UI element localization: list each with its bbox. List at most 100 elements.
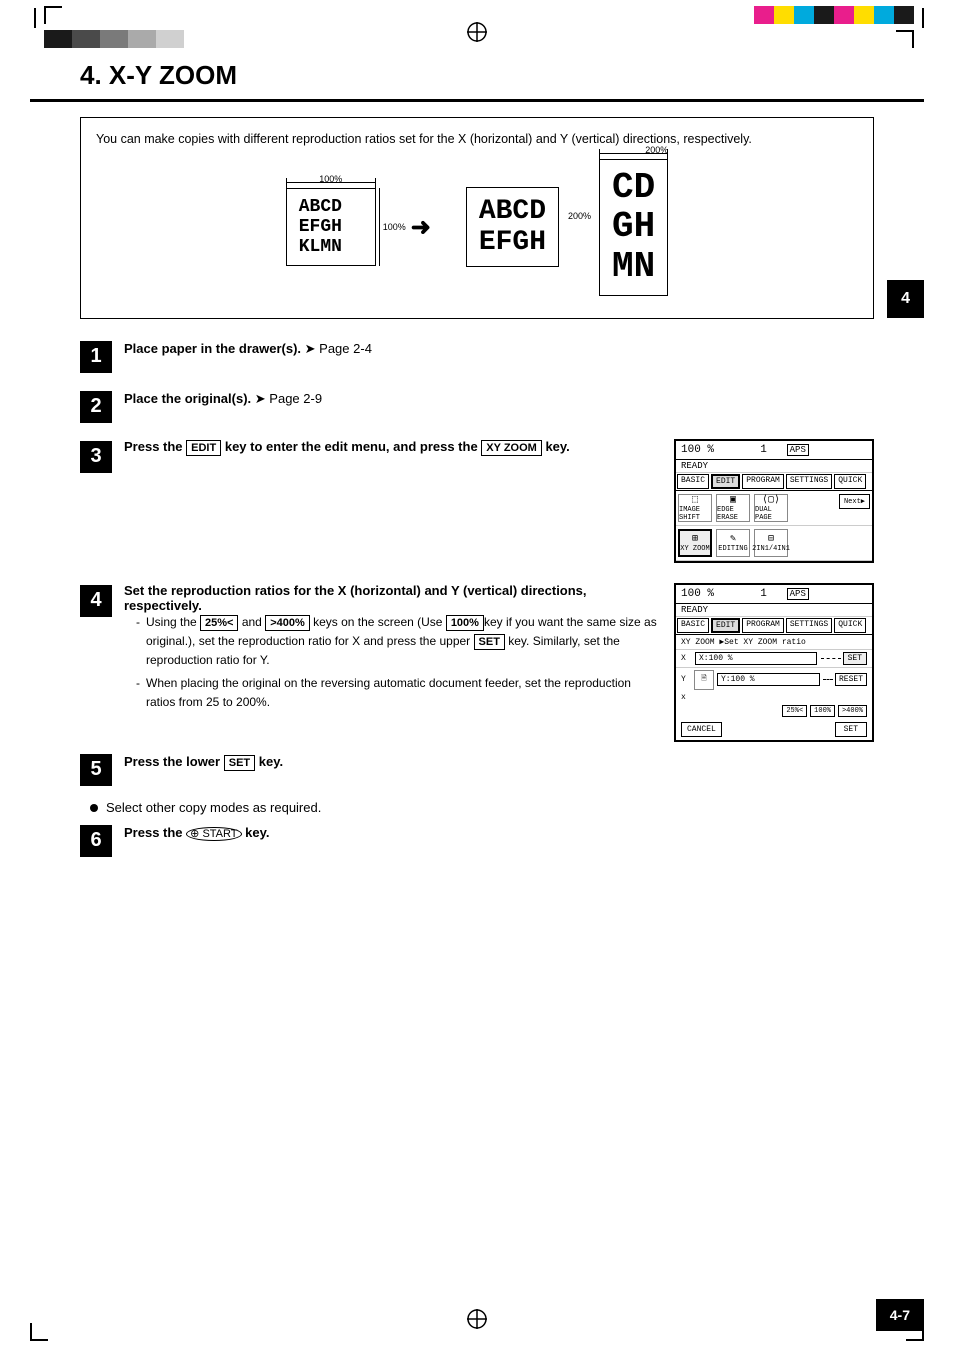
screen2-x-row: X X:100 % SET: [676, 650, 872, 668]
color-block-4: [128, 30, 156, 48]
color-block-black3: [894, 6, 914, 24]
corner-mark-bottomright: [906, 1323, 924, 1341]
step1-text: Place paper in the drawer(s).: [124, 341, 301, 356]
step-3: 3 Press the EDIT key to enter the edit m…: [80, 439, 874, 563]
screen1-btn-quick[interactable]: QUICK: [834, 474, 866, 489]
step3-end-text: key.: [545, 439, 569, 454]
screen2-header: 100 % 1 APS: [676, 585, 872, 604]
color-block-5: [156, 30, 184, 48]
screen2-cancel-btn[interactable]: CANCEL: [681, 722, 722, 737]
step-4-text: Set the reproduction ratios for the X (h…: [124, 583, 659, 742]
screen1-edge-erase[interactable]: ▣ EDGE ERASE: [716, 494, 750, 522]
screen2-set-x-btn[interactable]: SET: [843, 652, 867, 665]
bullet-select-text: Select other copy modes as required.: [106, 800, 321, 815]
screen1-dual-page[interactable]: ⟨▢⟩ DUAL PAGE: [754, 494, 788, 522]
screen1-next-btn[interactable]: Next▶: [839, 494, 870, 509]
chapter-tab: 4: [887, 280, 924, 318]
step-1-content: Place paper in the drawer(s). ➤ Page 2-4: [124, 339, 874, 360]
step-number-3: 3: [80, 441, 112, 473]
step-6: 6 Press the ⊕ START key.: [80, 823, 874, 857]
step6-key: ⊕ START: [186, 827, 241, 841]
color-block-cyan: [794, 6, 814, 24]
step6-text: Press the: [124, 825, 183, 840]
screen2-zoom-400[interactable]: >400%: [838, 705, 867, 717]
screen1-header: 100 % 1 APS: [676, 441, 872, 460]
step4-bullet-1: - Using the 25%< and >400% keys on the s…: [136, 613, 659, 670]
screen1-btn-basic[interactable]: BASIC: [677, 474, 709, 489]
step4-bullet1-text: Using the 25%< and >400% keys on the scr…: [146, 613, 659, 670]
step-2: 2 Place the original(s). ➤ Page 2-9: [80, 389, 874, 423]
screen2-btn-program[interactable]: PROGRAM: [742, 618, 784, 633]
box1-line2: EFGH: [299, 217, 363, 237]
step-5: 5 Press the lower SET key.: [80, 752, 874, 786]
screen-2: 100 % 1 APS READY BASIC EDIT PROGRAM SET…: [674, 583, 874, 742]
color-block-3: [100, 30, 128, 48]
screen2-set-big-btn[interactable]: SET: [835, 722, 867, 737]
screen1-xy-zoom[interactable]: ⊞ XY ZOOM: [678, 529, 712, 557]
color-block-1: [44, 30, 72, 48]
screen2-y-label: Y: [681, 675, 691, 684]
screen2-x-label: X: [681, 654, 691, 663]
step3-xyzoom-key: XY ZOOM: [481, 440, 542, 456]
corner-mark-topright: [896, 30, 914, 48]
screen2-y-icon: 🗎: [694, 670, 714, 690]
step3-bold-press: Press the: [124, 439, 186, 454]
key-100pct: 100%: [446, 615, 484, 631]
step-6-content: Press the ⊕ START key.: [124, 823, 874, 844]
screen1-editing[interactable]: ✎ EDITING: [716, 529, 750, 557]
box3-line1: CD: [612, 168, 655, 208]
screen2-bottom-row: CANCEL SET: [676, 719, 872, 740]
screen2-btn-basic[interactable]: BASIC: [677, 618, 709, 633]
screen2-btn-edit[interactable]: EDIT: [711, 618, 740, 633]
label-100-right: 100%: [383, 222, 406, 232]
page-title: 4. X-Y ZOOM: [80, 60, 874, 91]
step-number-4: 4: [80, 585, 112, 617]
step-3-content: Press the EDIT key to enter the edit men…: [124, 439, 874, 563]
screen2-status: 100 %: [681, 588, 714, 600]
bullet-select: Select other copy modes as required.: [80, 800, 874, 815]
screen2-btn-quick[interactable]: QUICK: [834, 618, 866, 633]
screen1-btn-settings[interactable]: SETTINGS: [786, 474, 832, 489]
step5-text: Press the lower: [124, 754, 220, 769]
screen1-btn-edit[interactable]: EDIT: [711, 474, 740, 489]
diagram-arrow: ➜: [411, 213, 431, 242]
screen2-btn-settings[interactable]: SETTINGS: [786, 618, 832, 633]
step-number-5: 5: [80, 754, 112, 786]
screen1-2in1-4in1[interactable]: ⊟ 2IN1/4IN1: [754, 529, 788, 557]
step1-link: Page 2-4: [319, 341, 372, 356]
step4-bullet2-text: When placing the original on the reversi…: [146, 674, 659, 711]
step3-mid-text: key to enter the edit menu, and press th…: [225, 439, 481, 454]
top-bar: [0, 0, 954, 50]
corner-mark-bottomleft: [30, 1323, 48, 1341]
step-4-content: Set the reproduction ratios for the X (h…: [124, 583, 874, 742]
step-number-6: 6: [80, 825, 112, 857]
color-block-yellow2: [854, 6, 874, 24]
diagram-box-3: 200% CD GH MN: [599, 159, 668, 296]
screen2-x-field: X:100 %: [695, 652, 817, 665]
screen1-image-shift[interactable]: ⬚ IMAGE SHIFT: [678, 494, 712, 522]
box2-line1: ABCD: [479, 196, 546, 227]
screen2-reset-btn[interactable]: RESET: [835, 673, 867, 686]
page-title-section: 4. X-Y ZOOM: [30, 50, 924, 102]
screen2-zoom-25[interactable]: 25%<: [782, 705, 807, 717]
step5-key: SET: [224, 755, 255, 771]
screen2-zoom-100[interactable]: 100%: [810, 705, 835, 717]
step5-text2: key.: [259, 754, 283, 769]
step2-link: Page 2-9: [269, 391, 322, 406]
color-block-magenta2: [834, 6, 854, 24]
key-400pct: >400%: [265, 615, 310, 631]
step4-bullet-2: - When placing the original on the rever…: [136, 674, 659, 711]
color-block-magenta: [754, 6, 774, 24]
step4-bullets: - Using the 25%< and >400% keys on the s…: [124, 613, 659, 712]
step-4: 4 Set the reproduction ratios for the X …: [80, 583, 874, 742]
screen2-x-bottom-label: x: [676, 692, 872, 703]
box1-line3: KLMN: [299, 237, 363, 257]
screen2-mode: APS: [787, 588, 809, 600]
screen1-copies: 1: [760, 444, 767, 456]
screen1-btn-program[interactable]: PROGRAM: [742, 474, 784, 489]
diagram-box-2: ABCD EFGH 200%: [466, 187, 559, 267]
bullet-dot: [90, 804, 98, 812]
screen1-icons-row2: ⊞ XY ZOOM ✎ EDITING ⊟ 2IN1/4IN1: [676, 526, 872, 561]
crosshair-top: [465, 20, 489, 47]
screen2-toolbar: BASIC EDIT PROGRAM SETTINGS QUICK: [676, 617, 872, 635]
